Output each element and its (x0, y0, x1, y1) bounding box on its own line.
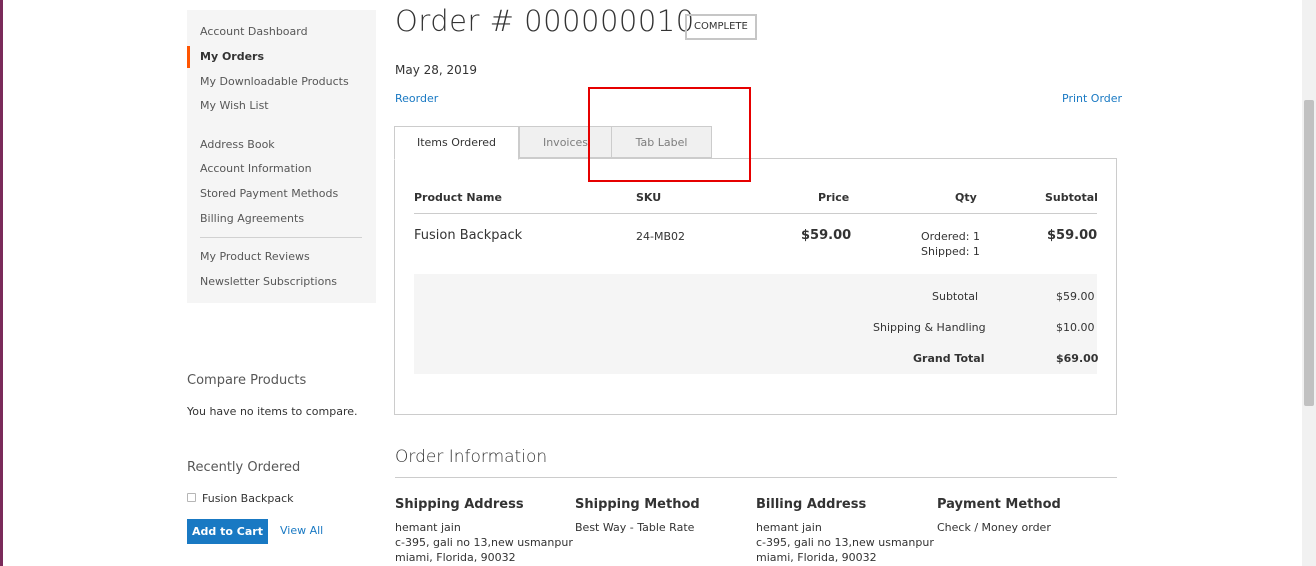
scrollbar-track[interactable] (1302, 0, 1316, 566)
shipping-address-title: Shipping Address (395, 497, 524, 512)
totals-subtotal-label: Subtotal (932, 290, 979, 303)
account-nav: Account Dashboard My Orders My Downloada… (187, 10, 376, 303)
nav-item-account-dashboard[interactable]: Account Dashboard (200, 25, 308, 38)
shipping-address-line: miami, Florida, 90032 (395, 551, 516, 564)
item-product-name: Fusion Backpack (414, 228, 523, 243)
nav-item-address-book[interactable]: Address Book (200, 138, 275, 151)
item-price: $59.00 (801, 228, 852, 243)
view-all-link[interactable]: View All (280, 524, 323, 537)
col-header-qty: Qty (955, 191, 977, 204)
totals-shipping-label: Shipping & Handling (873, 321, 986, 334)
totals-grand-total-label: Grand Total (913, 352, 985, 365)
nav-item-downloadable-products[interactable]: My Downloadable Products (200, 75, 349, 88)
order-information-divider (395, 477, 1117, 478)
billing-address-line: hemant jain (756, 521, 822, 534)
col-header-sku: SKU (636, 191, 662, 204)
window-edge (0, 0, 3, 566)
billing-address-line: c-395, gali no 13,new usmanpur (756, 536, 934, 549)
nav-item-my-orders[interactable]: My Orders (200, 50, 264, 63)
item-subtotal: $59.00 (1047, 228, 1098, 243)
compare-empty-text: You have no items to compare. (187, 405, 358, 418)
col-header-product-name: Product Name (414, 191, 502, 204)
nav-item-product-reviews[interactable]: My Product Reviews (200, 250, 310, 263)
item-sku: 24-MB02 (636, 230, 686, 243)
tab-tab-label[interactable]: Tab Label (611, 126, 712, 158)
shipping-address-line: c-395, gali no 13,new usmanpur (395, 536, 573, 549)
print-order-link[interactable]: Print Order (1062, 92, 1122, 105)
billing-address-title: Billing Address (756, 497, 867, 512)
col-header-subtotal: Subtotal (1045, 191, 1098, 204)
compare-products-title: Compare Products (187, 373, 307, 388)
nav-item-stored-payment-methods[interactable]: Stored Payment Methods (200, 187, 338, 200)
status-badge: COMPLETE (685, 14, 757, 40)
nav-item-account-information[interactable]: Account Information (200, 162, 312, 175)
totals-grand-total-value: $69.00 (1056, 352, 1099, 365)
billing-address-line: miami, Florida, 90032 (756, 551, 877, 564)
col-header-price: Price (818, 191, 850, 204)
item-qty-shipped: Shipped: 1 (921, 245, 980, 258)
item-qty-ordered: Ordered: 1 (921, 230, 980, 243)
reorder-link[interactable]: Reorder (395, 92, 438, 105)
tab-invoices[interactable]: Invoices (519, 126, 612, 158)
shipping-method-title: Shipping Method (575, 497, 700, 512)
recently-ordered-checkbox[interactable] (187, 493, 196, 502)
totals-subtotal-value: $59.00 (1056, 290, 1095, 303)
order-information-title: Order Information (395, 447, 548, 467)
add-to-cart-button[interactable]: Add to Cart (187, 519, 268, 544)
table-header-divider (414, 213, 1097, 214)
shipping-method-value: Best Way - Table Rate (575, 521, 695, 534)
order-date: May 28, 2019 (395, 63, 478, 77)
nav-item-newsletter-subscriptions[interactable]: Newsletter Subscriptions (200, 275, 337, 288)
page-title: Order # 000000010 (395, 4, 695, 38)
tab-items-ordered[interactable]: Items Ordered (394, 126, 519, 160)
nav-item-wish-list[interactable]: My Wish List (200, 99, 269, 112)
totals-shipping-value: $10.00 (1056, 321, 1095, 334)
scrollbar-thumb[interactable] (1304, 100, 1314, 406)
recently-ordered-title: Recently Ordered (187, 460, 301, 475)
nav-divider (200, 237, 362, 238)
payment-method-title: Payment Method (937, 497, 1061, 512)
nav-active-indicator (187, 46, 190, 68)
payment-method-value: Check / Money order (937, 521, 1051, 534)
recently-ordered-item[interactable]: Fusion Backpack (202, 492, 294, 505)
order-totals (414, 274, 1097, 374)
shipping-address-line: hemant jain (395, 521, 461, 534)
nav-item-billing-agreements[interactable]: Billing Agreements (200, 212, 304, 225)
